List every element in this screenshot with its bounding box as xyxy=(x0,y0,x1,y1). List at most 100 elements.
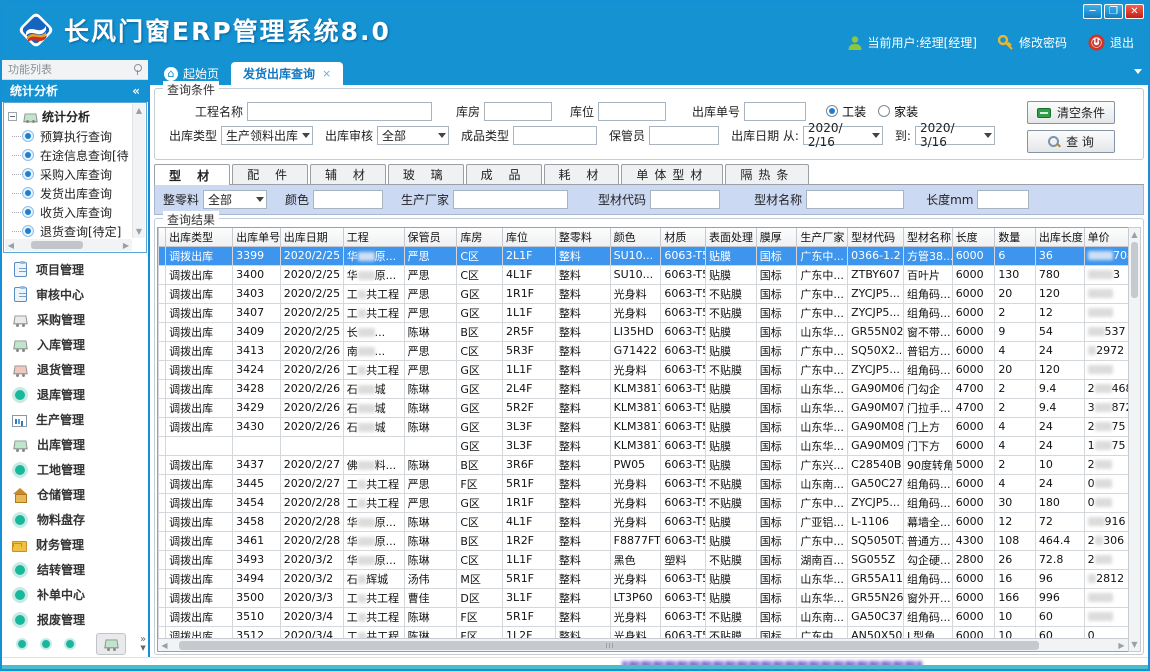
column-header-数量[interactable]: 数量 xyxy=(995,228,1036,246)
sidebar-item-采购管理[interactable]: 采购管理 xyxy=(2,307,148,332)
sidebar-item-仓储管理[interactable]: 仓储管理 xyxy=(2,482,148,507)
material-tab-型材[interactable]: 型 材 xyxy=(154,164,230,186)
tree-expander-icon[interactable] xyxy=(8,112,17,121)
product-type-input[interactable] xyxy=(513,126,597,145)
color-input[interactable] xyxy=(313,190,383,209)
column-header-材质[interactable]: 材质 xyxy=(661,228,706,246)
column-header-整零料[interactable]: 整零料 xyxy=(555,228,610,246)
column-header-颜色[interactable]: 颜色 xyxy=(610,228,661,246)
sidebar-item-物料盘存[interactable]: 物料盘存 xyxy=(2,507,148,532)
tree-horizontal-scrollbar[interactable]: ◀▶ xyxy=(5,239,132,251)
tree-item-0[interactable]: 预算执行查询 xyxy=(8,127,130,146)
chevron-down-icon[interactable]: ▼ xyxy=(140,644,145,652)
column-header-单价[interactable]: 单价 xyxy=(1084,228,1128,246)
table-row[interactable]: 调拨出库34612020/2/28华██原...陈琳B区1R2F整料F8877F… xyxy=(159,531,1129,550)
table-row[interactable]: 调拨出库35102020/3/4工█共工程陈琳F区5R1F整料光身料6063-T… xyxy=(159,607,1129,626)
table-row[interactable]: 调拨出库34242020/2/26工█共工程严思G区1L1F整料光身料6063-… xyxy=(159,360,1129,379)
tree-root-node[interactable]: 统计分析 xyxy=(8,107,130,127)
audit-select[interactable]: 全部 xyxy=(377,126,449,145)
tab-list-dropdown-icon[interactable] xyxy=(1134,69,1142,74)
tree-vertical-scrollbar[interactable]: ▲▼ xyxy=(132,104,145,238)
table-row[interactable]: 调拨出库34282020/2/26石██城陈琳G区2L4F整料KLM381760… xyxy=(159,379,1129,398)
table-row[interactable]: 调拨出库34092020/2/25长██...陈琳B区2R5F整料LI35HD6… xyxy=(159,322,1129,341)
date-from-select[interactable]: 2020/ 2/16 xyxy=(803,126,883,145)
sidebar-item-项目管理[interactable]: 项目管理 xyxy=(2,257,148,282)
material-tab-辅材[interactable]: 辅 材 xyxy=(310,164,386,184)
table-row[interactable]: 调拨出库34452020/2/27工█共工程严思F区5R1F整料光身料6063-… xyxy=(159,474,1129,493)
table-row[interactable]: 调拨出库34942020/3/2石█辉城汤伟M区5R1F整料光身料6063-T5… xyxy=(159,569,1129,588)
search-button[interactable]: 查 询 xyxy=(1027,130,1115,153)
material-tab-配件[interactable]: 配 件 xyxy=(232,164,308,184)
material-tab-隔热条[interactable]: 隔热条 xyxy=(725,164,809,184)
table-row[interactable]: 调拨出库34582020/2/28华██原...陈琳C区4L1F整料光身料606… xyxy=(159,512,1129,531)
table-row[interactable]: G区3L3F整料KLM38176063-T5贴膜国标山东华...GA90M09.… xyxy=(159,436,1129,455)
table-row[interactable]: 调拨出库34002020/2/25华██原...严思C区4L1F整料SU10..… xyxy=(159,265,1129,284)
tree-item-4[interactable]: 收货入库查询 xyxy=(8,203,130,222)
material-tab-单体型材[interactable]: 单体型材 xyxy=(621,164,723,184)
tab-shipment-outbound-query[interactable]: 发货出库查询 × xyxy=(231,62,343,85)
jiazhuang-radio[interactable] xyxy=(878,105,890,117)
table-row[interactable]: 调拨出库34032020/2/25工█共工程严思G区1R1F整料光身料6063-… xyxy=(159,284,1129,303)
material-tab-成品[interactable]: 成 品 xyxy=(466,164,542,184)
sidebar-item-补单中心[interactable]: 补单中心 xyxy=(2,582,148,607)
clear-conditions-button[interactable]: 清空条件 xyxy=(1027,101,1115,124)
tree-item-5[interactable]: 退货查询[待定] xyxy=(8,222,130,238)
keeper-input[interactable] xyxy=(649,126,719,145)
sidebar-item-结转管理[interactable]: 结转管理 xyxy=(2,557,148,582)
tree-item-1[interactable]: 在途信息查询[待 xyxy=(8,146,130,165)
sidebar-item-生产管理[interactable]: 生产管理 xyxy=(2,407,148,432)
pin-icon[interactable] xyxy=(133,64,142,75)
column-header-长度[interactable]: 长度 xyxy=(952,228,995,246)
column-header-表面处理[interactable]: 表面处理 xyxy=(706,228,757,246)
maximize-button[interactable]: ❐ xyxy=(1104,4,1123,19)
column-header-库房[interactable]: 库房 xyxy=(457,228,503,246)
date-to-select[interactable]: 2020/ 3/16 xyxy=(915,126,995,145)
column-header-出库单号[interactable]: 出库单号 xyxy=(233,228,281,246)
maker-input[interactable] xyxy=(453,190,568,209)
column-header-型材名称[interactable]: 型材名称 xyxy=(903,228,952,246)
table-row[interactable]: 调拨出库34292020/2/26石██城陈琳G区5R2F整料KLM381760… xyxy=(159,398,1129,417)
sidebar-item-入库管理[interactable]: 入库管理 xyxy=(2,332,148,357)
table-row[interactable]: 调拨出库34932020/3/2华██原...陈琳C区1L1F整料黑色塑料不贴膜… xyxy=(159,550,1129,569)
column-header-库位[interactable]: 库位 xyxy=(503,228,556,246)
column-header-保管员[interactable]: 保管员 xyxy=(404,228,457,246)
sidebar-section-header[interactable]: 统计分析 « xyxy=(2,80,148,102)
sidebar-item-报废管理[interactable]: 报废管理 xyxy=(2,607,148,631)
column-header-生产厂家[interactable]: 生产厂家 xyxy=(797,228,848,246)
sidebar-item-财务管理[interactable]: 财务管理 xyxy=(2,532,148,557)
warehouse-input[interactable] xyxy=(484,102,552,121)
table-row[interactable]: 调拨出库34372020/2/27佛██料...陈琳B区3R6F整料PW0560… xyxy=(159,455,1129,474)
column-header-出库日期[interactable]: 出库日期 xyxy=(280,228,343,246)
profile-code-input[interactable] xyxy=(650,190,720,209)
column-header-型材代码[interactable]: 型材代码 xyxy=(848,228,904,246)
tree-item-2[interactable]: 采购入库查询 xyxy=(8,165,130,184)
table-row[interactable]: 调拨出库33992020/2/25华██原...严思C区2L1F整料SU10..… xyxy=(159,246,1129,265)
table-row[interactable]: 调拨出库34542020/2/28工█共工程严思G区1R1F整料光身料6063-… xyxy=(159,493,1129,512)
column-header-工程[interactable]: 工程 xyxy=(343,228,404,246)
order-no-input[interactable] xyxy=(744,102,806,121)
material-tab-耗材[interactable]: 耗 材 xyxy=(544,164,620,184)
table-row[interactable]: 调拨出库34132020/2/26南██...严思C区5R3F整料G714226… xyxy=(159,341,1129,360)
tab-close-icon[interactable]: × xyxy=(322,67,331,80)
module-cart-button[interactable] xyxy=(96,633,126,655)
gongzhuang-radio[interactable] xyxy=(826,105,838,117)
length-input[interactable] xyxy=(977,190,1029,209)
sidebar-item-出库管理[interactable]: 出库管理 xyxy=(2,432,148,457)
profile-name-input[interactable] xyxy=(806,190,904,209)
project-name-input[interactable] xyxy=(247,102,432,121)
close-button[interactable]: ✕ xyxy=(1125,4,1144,19)
module-dot-icon[interactable] xyxy=(64,638,76,650)
sidebar-item-工地管理[interactable]: 工地管理 xyxy=(2,457,148,482)
sidebar-item-审核中心[interactable]: 审核中心 xyxy=(2,282,148,307)
whole-part-select[interactable]: 全部 xyxy=(203,190,267,209)
material-tab-玻璃[interactable]: 玻 璃 xyxy=(388,164,464,184)
collapse-icon[interactable]: « xyxy=(132,84,140,98)
column-header-出库长度[interactable]: 出库长度 xyxy=(1035,228,1084,246)
table-row[interactable]: 调拨出库34302020/2/26石██城陈琳G区3L3F整料KLM381760… xyxy=(159,417,1129,436)
logout-button[interactable]: 退出 xyxy=(1088,34,1134,51)
out-type-select[interactable]: 生产领料出库 xyxy=(221,126,313,145)
change-password-button[interactable]: 修改密码 xyxy=(998,34,1067,51)
column-header-出库类型[interactable]: 出库类型 xyxy=(166,228,233,246)
module-dot-icon[interactable] xyxy=(16,638,28,650)
more-modules-chevron[interactable]: » xyxy=(140,636,146,644)
